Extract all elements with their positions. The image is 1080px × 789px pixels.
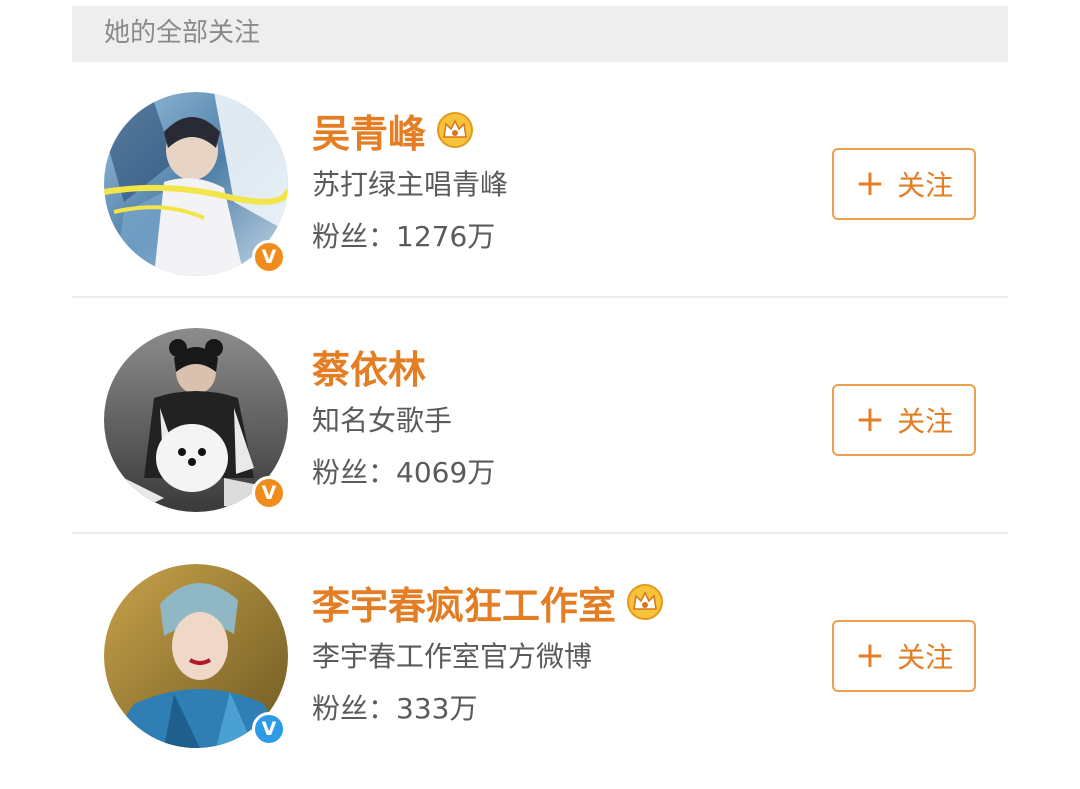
plus-icon: + xyxy=(854,163,886,204)
fans-value: 4069万 xyxy=(396,456,496,489)
user-description: 李宇春工作室官方微博 xyxy=(312,640,593,673)
user-info: 李宇春疯狂工作室 李宇春工作室官方微博 粉丝：333万 xyxy=(312,574,792,730)
fans-label: 粉丝： xyxy=(312,220,397,253)
fans-label: 粉丝： xyxy=(312,692,397,725)
vip-crown-icon xyxy=(626,583,664,621)
list-item[interactable]: V 蔡依林 知名女歌手 粉丝：4069万 + 关注 xyxy=(72,298,1008,534)
plus-icon: + xyxy=(854,399,886,440)
user-info: 吴青峰 苏打绿主唱青峰 粉丝：1276万 xyxy=(312,102,792,258)
name-line: 蔡依林 xyxy=(312,338,792,394)
user-name[interactable]: 蔡依林 xyxy=(312,339,426,394)
following-list-panel: 她的全部关注 V 吴青峰 苏打绿主唱青峰 粉丝：1276万 + 关注 V 蔡依林… xyxy=(72,6,1008,776)
verified-badge-icon: V xyxy=(252,712,286,746)
user-name[interactable]: 李宇春疯狂工作室 xyxy=(312,575,616,630)
list-item[interactable]: V 吴青峰 苏打绿主唱青峰 粉丝：1276万 + 关注 xyxy=(72,62,1008,298)
user-info: 蔡依林 知名女歌手 粉丝：4069万 xyxy=(312,338,792,494)
name-line: 吴青峰 xyxy=(312,102,792,158)
vip-crown-icon xyxy=(436,111,474,149)
fans-count: 粉丝：4069万 xyxy=(312,452,792,494)
list-item[interactable]: V 李宇春疯狂工作室 李宇春工作室官方微博 粉丝：333万 + 关注 xyxy=(72,534,1008,770)
follow-label: 关注 xyxy=(897,169,954,202)
fans-value: 1276万 xyxy=(396,220,496,253)
user-name[interactable]: 吴青峰 xyxy=(312,103,426,158)
follow-button[interactable]: + 关注 xyxy=(832,620,976,692)
verified-badge-icon: V xyxy=(252,476,286,510)
fans-count: 粉丝：333万 xyxy=(312,688,792,730)
plus-icon: + xyxy=(854,635,886,676)
follow-button[interactable]: + 关注 xyxy=(832,384,976,456)
user-description: 苏打绿主唱青峰 xyxy=(312,168,509,201)
avatar-wrap[interactable]: V xyxy=(104,92,288,276)
follow-label: 关注 xyxy=(897,405,954,438)
user-description: 知名女歌手 xyxy=(312,404,453,437)
fans-value: 333万 xyxy=(396,692,478,725)
avatar-wrap[interactable]: V xyxy=(104,564,288,748)
follow-button[interactable]: + 关注 xyxy=(832,148,976,220)
section-header: 她的全部关注 xyxy=(72,6,1008,62)
fans-count: 粉丝：1276万 xyxy=(312,216,792,258)
verified-badge-icon: V xyxy=(252,240,286,274)
follow-label: 关注 xyxy=(897,641,954,674)
name-line: 李宇春疯狂工作室 xyxy=(312,574,792,630)
avatar-wrap[interactable]: V xyxy=(104,328,288,512)
fans-label: 粉丝： xyxy=(312,456,397,489)
